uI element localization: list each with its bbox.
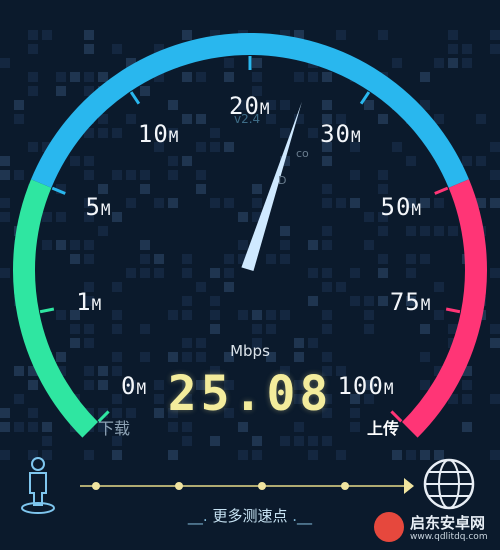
- watermark-logo-icon: [374, 512, 404, 542]
- upload-label: 上传: [367, 419, 400, 438]
- gauge-tick-mark: [129, 91, 141, 105]
- version-text: v2.4: [234, 112, 261, 126]
- more-suffix: .__: [292, 507, 313, 525]
- speed-unit: Mbps: [230, 342, 270, 360]
- watermark-title: 启东安卓网: [410, 514, 486, 532]
- gauge-tick-label: 30M: [320, 119, 362, 148]
- footer-track: [80, 478, 414, 494]
- gauge-tick-mark: [51, 186, 66, 195]
- gauge-tick-mark: [39, 307, 55, 314]
- gauge-tick-label: 50M: [380, 193, 423, 222]
- gauge-tick-mark: [359, 91, 371, 105]
- globe-icon[interactable]: [420, 456, 478, 512]
- gauge-needle: [241, 101, 302, 272]
- gauge-tick-label: 75M: [389, 287, 432, 316]
- watermark: 启东安卓网 www.qdlitdq.com: [370, 508, 498, 548]
- background-text: D: [278, 174, 287, 187]
- download-label: 下载: [98, 419, 131, 438]
- gauge-tick-mark: [434, 186, 449, 195]
- speed-value: 25.08: [167, 366, 333, 422]
- gauge-tick-label: 10M: [137, 119, 180, 148]
- gauge-tick-label: 5M: [85, 193, 112, 222]
- gauge-tick-mark: [445, 307, 461, 314]
- gauge-tick-label: 1M: [76, 287, 103, 316]
- more-test-points-text: 更多测速点: [212, 507, 288, 525]
- background-text: co: [296, 147, 309, 160]
- watermark-url: www.qdlitdq.com: [410, 532, 488, 542]
- more-prefix: __.: [187, 507, 208, 525]
